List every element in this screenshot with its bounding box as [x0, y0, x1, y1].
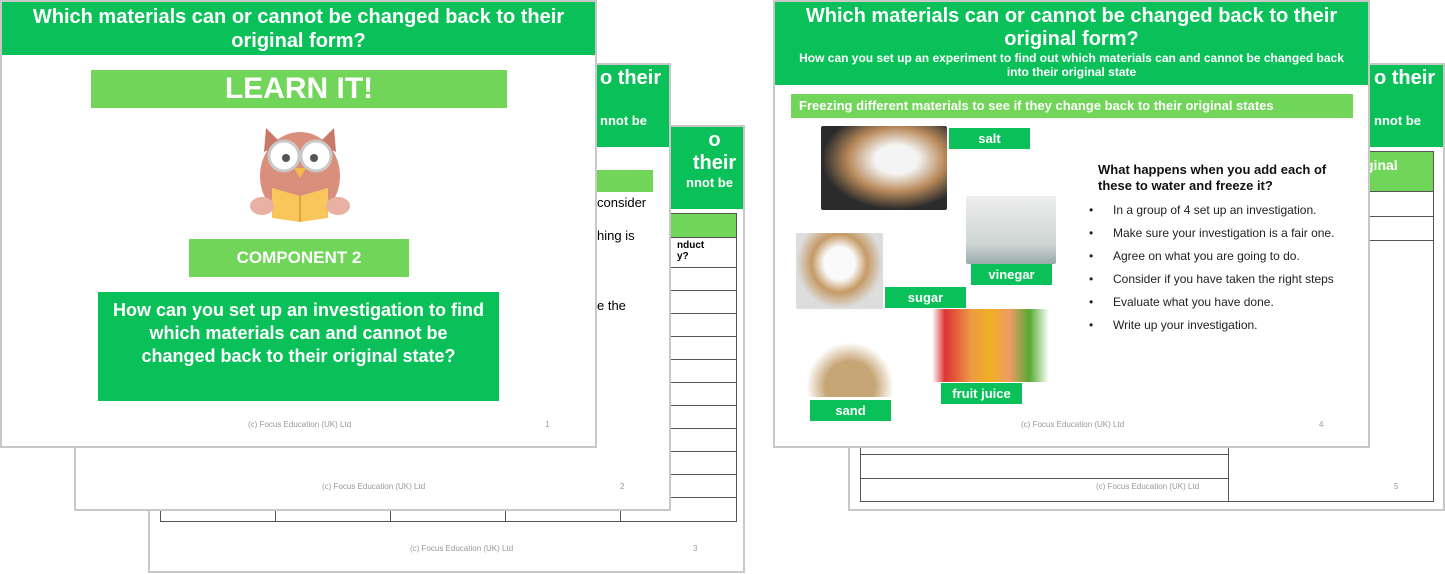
list-item: In a group of 4 set up an investigation. [1089, 203, 1359, 217]
slide-1-thumbnail[interactable]: Which materials can or cannot be changed… [0, 0, 597, 448]
freezing-bar: Freezing different materials to see if t… [791, 94, 1353, 118]
slide-header: Which materials can or cannot be changed… [775, 2, 1368, 85]
fruit-juice-image [919, 309, 1049, 382]
freeze-question: What happens when you add each of these … [1098, 162, 1327, 193]
list-item: Agree on what you are going to do. [1089, 249, 1359, 263]
slide-subtitle: How can you set up an experiment to find… [799, 51, 1344, 79]
component-label: COMPONENT 2 [189, 239, 409, 277]
sand-image [806, 342, 894, 397]
slide-title: Which materials can or cannot be changed… [805, 5, 1338, 50]
list-item: Make sure your investigation is a fair o… [1089, 226, 1359, 240]
list-item: Write up your investigation. [1089, 318, 1359, 332]
slide-4-thumbnail[interactable]: Which materials can or cannot be changed… [773, 0, 1370, 448]
slide-title: Which materials can or cannot be changed… [2, 2, 595, 55]
salt-image [821, 126, 947, 210]
vinegar-image [966, 196, 1056, 264]
list-item: Evaluate what you have done. [1089, 295, 1359, 309]
list-item: Consider if you have taken the right ste… [1089, 272, 1359, 286]
learn-it-banner: LEARN IT! [91, 70, 507, 108]
investigation-question: How can you set up an investigation to f… [98, 292, 499, 401]
instructions-list: In a group of 4 set up an investigation.… [1089, 203, 1359, 341]
sugar-image [796, 233, 883, 309]
owl-reading-icon [250, 128, 350, 222]
